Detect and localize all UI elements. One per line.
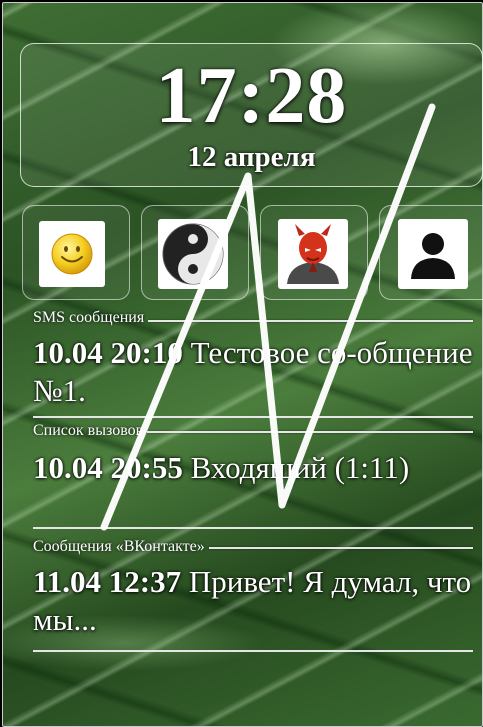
smiley-icon: [39, 221, 105, 287]
divider: [147, 431, 473, 433]
divider: [33, 527, 473, 529]
section-header: SMS сообщения: [33, 308, 473, 328]
entry-text: Входящий (1:11): [190, 450, 410, 485]
section-title: Список вызовов: [33, 422, 144, 439]
feed-entry: 10.04 20:10 Тестовое со-общение №1.: [33, 334, 473, 410]
clock-time: 17:28: [155, 52, 348, 140]
shortcut-tile-yin-yang[interactable]: [141, 205, 249, 300]
section-title: SMS сообщения: [33, 309, 145, 326]
devil-user-icon: [278, 219, 348, 289]
shortcut-tile-smiley[interactable]: [22, 205, 130, 300]
notification-feed: SMS сообщения 10.04 20:10 Тестовое со-об…: [33, 308, 473, 410]
divider: [33, 416, 473, 418]
entry-timestamp: 10.04 20:55: [33, 450, 183, 485]
section-title: Сообщения «ВКонтакте»: [33, 538, 205, 555]
section-header: Список вызовов: [33, 421, 473, 441]
feed-entry: 11.04 12:37 Привет! Я думал, что мы...: [33, 563, 473, 639]
person-icon: [398, 219, 468, 289]
feed-section-calls-block[interactable]: Список вызовов 10.04 20:55 Входящий (1:1…: [33, 421, 473, 487]
divider: [208, 547, 473, 549]
section-header: Сообщения «ВКонтакте»: [33, 537, 473, 557]
divider: [33, 650, 473, 652]
entry-timestamp: 10.04 20:10: [33, 335, 183, 370]
clock-date: 12 апреля: [187, 141, 316, 173]
feed-section-vk-block[interactable]: Сообщения «ВКонтакте» 11.04 12:37 Привет…: [33, 537, 473, 639]
shortcut-tile-contact[interactable]: [379, 205, 483, 300]
feed-section-sms[interactable]: SMS сообщения 10.04 20:10 Тестовое со-об…: [33, 308, 473, 410]
clock-widget[interactable]: 17:28 12 апреля: [20, 43, 483, 187]
feed-entry: 10.04 20:55 Входящий (1:11): [33, 449, 473, 487]
yin-yang-icon: [158, 219, 228, 289]
shortcut-tile-devil[interactable]: [260, 205, 368, 300]
divider: [148, 320, 473, 322]
entry-timestamp: 11.04 12:37: [33, 564, 182, 599]
